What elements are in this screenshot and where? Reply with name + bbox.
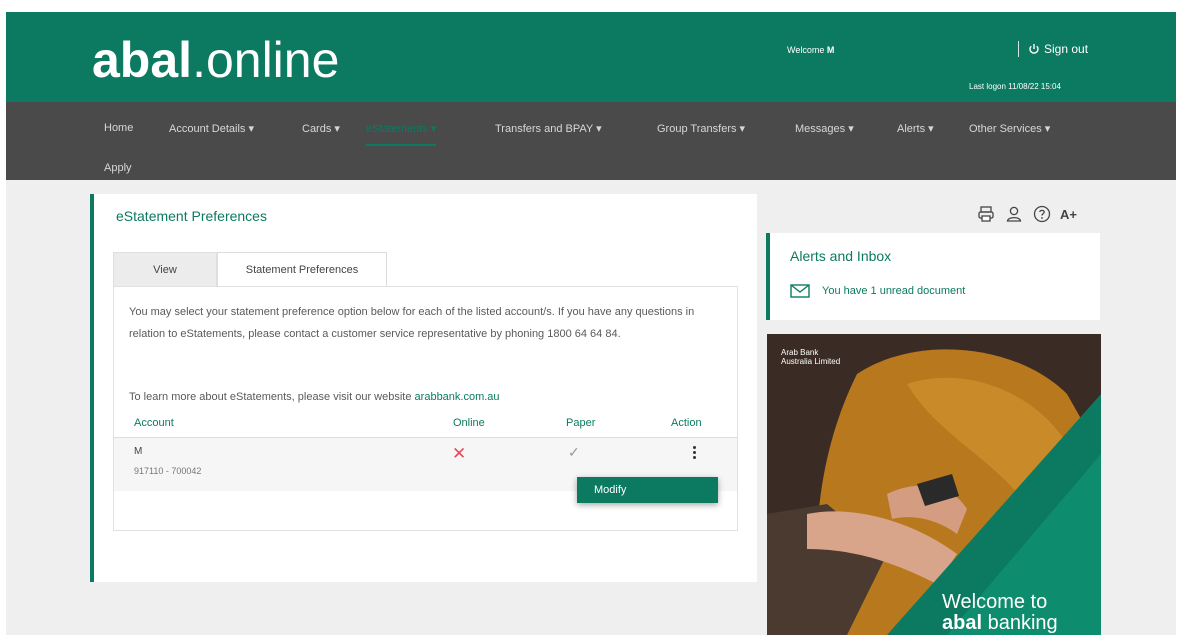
alerts-inbox-panel: Alerts and Inbox You have 1 unread docum… bbox=[766, 233, 1100, 320]
welcome-text: Welcome M bbox=[787, 45, 834, 55]
preferences-description: You may select your statement preference… bbox=[129, 306, 695, 340]
cross-icon: ✕ bbox=[452, 444, 467, 463]
promo-banking: abal banking bbox=[942, 612, 1058, 634]
nav-transfers-bpay[interactable]: Transfers and BPAY ▾ bbox=[495, 122, 602, 135]
envelope-icon bbox=[790, 284, 810, 298]
printer-icon[interactable] bbox=[976, 204, 996, 224]
nav-group-transfers[interactable]: Group Transfers ▾ bbox=[657, 122, 745, 135]
col-online: Online bbox=[453, 417, 485, 429]
user-icon[interactable] bbox=[1004, 204, 1024, 224]
tab-view[interactable]: View bbox=[113, 252, 217, 286]
estatement-card: eStatement Preferences View Statement Pr… bbox=[90, 194, 757, 582]
learn-more-text: To learn more about eStatements, please … bbox=[129, 391, 500, 403]
account-number: 917110 - 700042 bbox=[134, 466, 202, 476]
nav-alerts[interactable]: Alerts ▾ bbox=[897, 122, 934, 135]
website-link[interactable]: arabbank.com.au bbox=[415, 391, 500, 403]
nav-cards[interactable]: Cards ▾ bbox=[302, 122, 340, 135]
tab-panel: You may select your statement preference… bbox=[113, 286, 738, 531]
nav-messages[interactable]: Messages ▾ bbox=[795, 122, 854, 135]
nav-other-services[interactable]: Other Services ▾ bbox=[969, 122, 1050, 135]
page-frame: abal.online Welcome M Sign out Last logo… bbox=[6, 12, 1176, 635]
promo-brand: Arab Bank Australia Limited bbox=[781, 348, 841, 366]
header-divider bbox=[1018, 41, 1019, 57]
sign-out-button[interactable]: Sign out bbox=[1028, 42, 1088, 56]
account-name: M bbox=[134, 446, 143, 457]
promo-banking-light: banking bbox=[982, 612, 1058, 634]
utility-tools: A+ bbox=[976, 204, 1077, 224]
nav-estatements[interactable]: eStatements ▾ bbox=[366, 122, 437, 146]
unread-documents-text: You have 1 unread document bbox=[822, 285, 966, 297]
col-account: Account bbox=[134, 417, 174, 429]
unread-documents-link[interactable]: You have 1 unread document bbox=[790, 284, 965, 298]
logo-bold: abal bbox=[92, 32, 193, 88]
main-nav: Home Account Details ▾ Cards ▾ eStatemen… bbox=[6, 102, 1176, 180]
nav-apply[interactable]: Apply bbox=[104, 162, 132, 174]
promo-welcome: Welcome to bbox=[942, 591, 1048, 613]
modify-menu-item[interactable]: Modify bbox=[577, 477, 718, 503]
tab-statement-preferences[interactable]: Statement Preferences bbox=[217, 252, 387, 286]
alerts-title: Alerts and Inbox bbox=[790, 248, 892, 264]
help-icon[interactable] bbox=[1032, 204, 1052, 224]
nav-account-details[interactable]: Account Details ▾ bbox=[169, 122, 254, 135]
kebab-menu-icon[interactable] bbox=[689, 444, 699, 464]
table-header: Account Online Paper Action bbox=[114, 413, 737, 438]
promo-banner[interactable]: Arab Bank Australia Limited Welcome to a… bbox=[767, 334, 1101, 635]
logo-light: .online bbox=[192, 32, 340, 88]
col-paper: Paper bbox=[566, 417, 596, 429]
text-size-button[interactable]: A+ bbox=[1060, 207, 1077, 222]
check-icon: ✓ bbox=[568, 444, 580, 460]
welcome-prefix: Welcome bbox=[787, 45, 827, 55]
power-icon bbox=[1029, 44, 1039, 54]
welcome-name: M bbox=[826, 45, 835, 55]
last-logon: Last logon 11/08/22 15:04 bbox=[969, 82, 1061, 91]
sign-out-label: Sign out bbox=[1044, 42, 1089, 56]
top-header: abal.online Welcome M Sign out Last logo… bbox=[6, 12, 1176, 102]
promo-image bbox=[767, 334, 1101, 635]
logo[interactable]: abal.online bbox=[92, 30, 339, 90]
col-action: Action bbox=[671, 417, 702, 429]
promo-banking-bold: abal bbox=[942, 612, 983, 634]
card-title: eStatement Preferences bbox=[116, 208, 267, 224]
learn-more-prefix: To learn more about eStatements, please … bbox=[129, 391, 415, 403]
nav-home[interactable]: Home bbox=[104, 122, 133, 134]
